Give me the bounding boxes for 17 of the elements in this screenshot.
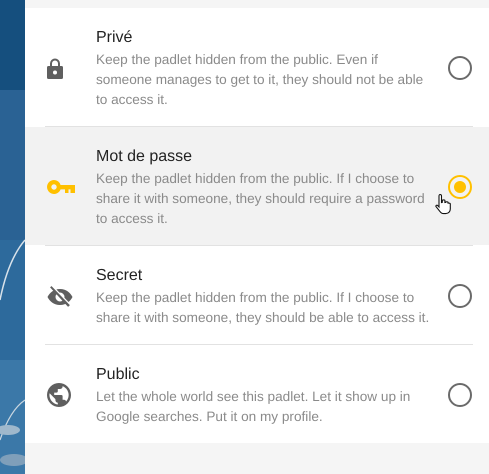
option-title: Mot de passe	[96, 147, 194, 167]
option-title: Public	[96, 365, 141, 385]
globe-icon	[47, 383, 71, 407]
option-description: Keep the padlet hidden from the public. If I choose to share it with someone, they should require a password to access it.	[96, 170, 426, 228]
option-title: Secret	[96, 266, 144, 286]
option-title: Privé	[96, 28, 134, 48]
hand-cursor-icon	[435, 193, 451, 215]
option-description: Keep the padlet hidden from the public. Even if someone manages to get to it, they should not be able to access it.	[96, 51, 424, 109]
radio-button[interactable]	[448, 175, 472, 199]
radio-button[interactable]	[448, 56, 472, 80]
radio-button[interactable]	[448, 284, 472, 308]
radio-button[interactable]	[448, 383, 472, 407]
crossed-eye-icon	[47, 285, 73, 307]
option-description: Keep the padlet hidden from the public. If I choose to share it with someone, they should be able to access it.	[96, 289, 430, 327]
lock-icon	[47, 58, 63, 78]
option-description: Let the whole world see this padlet. Let it show up in Google searches. Put it on my profile.	[96, 388, 412, 426]
key-icon	[47, 180, 75, 194]
